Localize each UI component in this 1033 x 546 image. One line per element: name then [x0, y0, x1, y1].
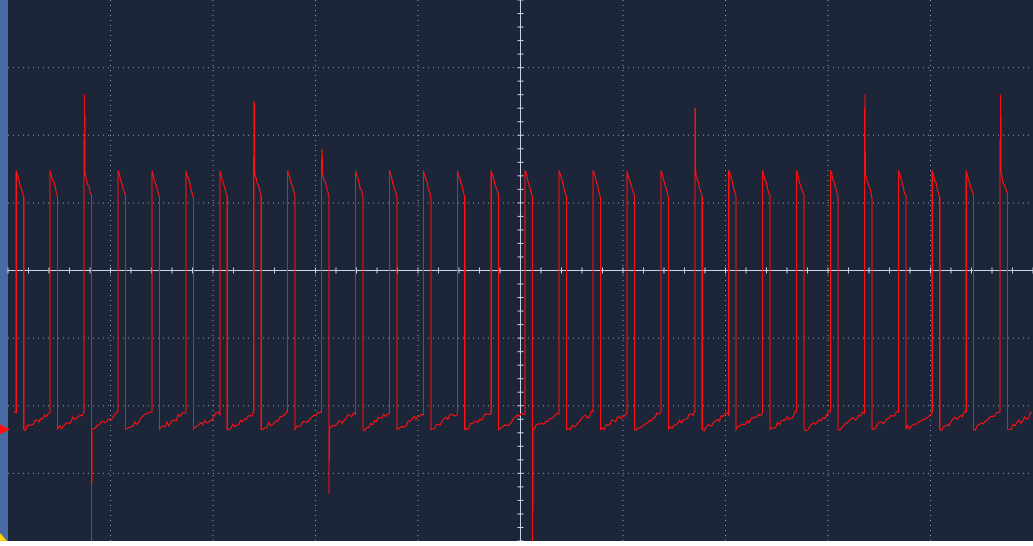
left-bezel [0, 0, 8, 546]
screen-background [0, 0, 1033, 546]
bottom-bezel [0, 541, 1033, 546]
oscilloscope-display [0, 0, 1033, 546]
